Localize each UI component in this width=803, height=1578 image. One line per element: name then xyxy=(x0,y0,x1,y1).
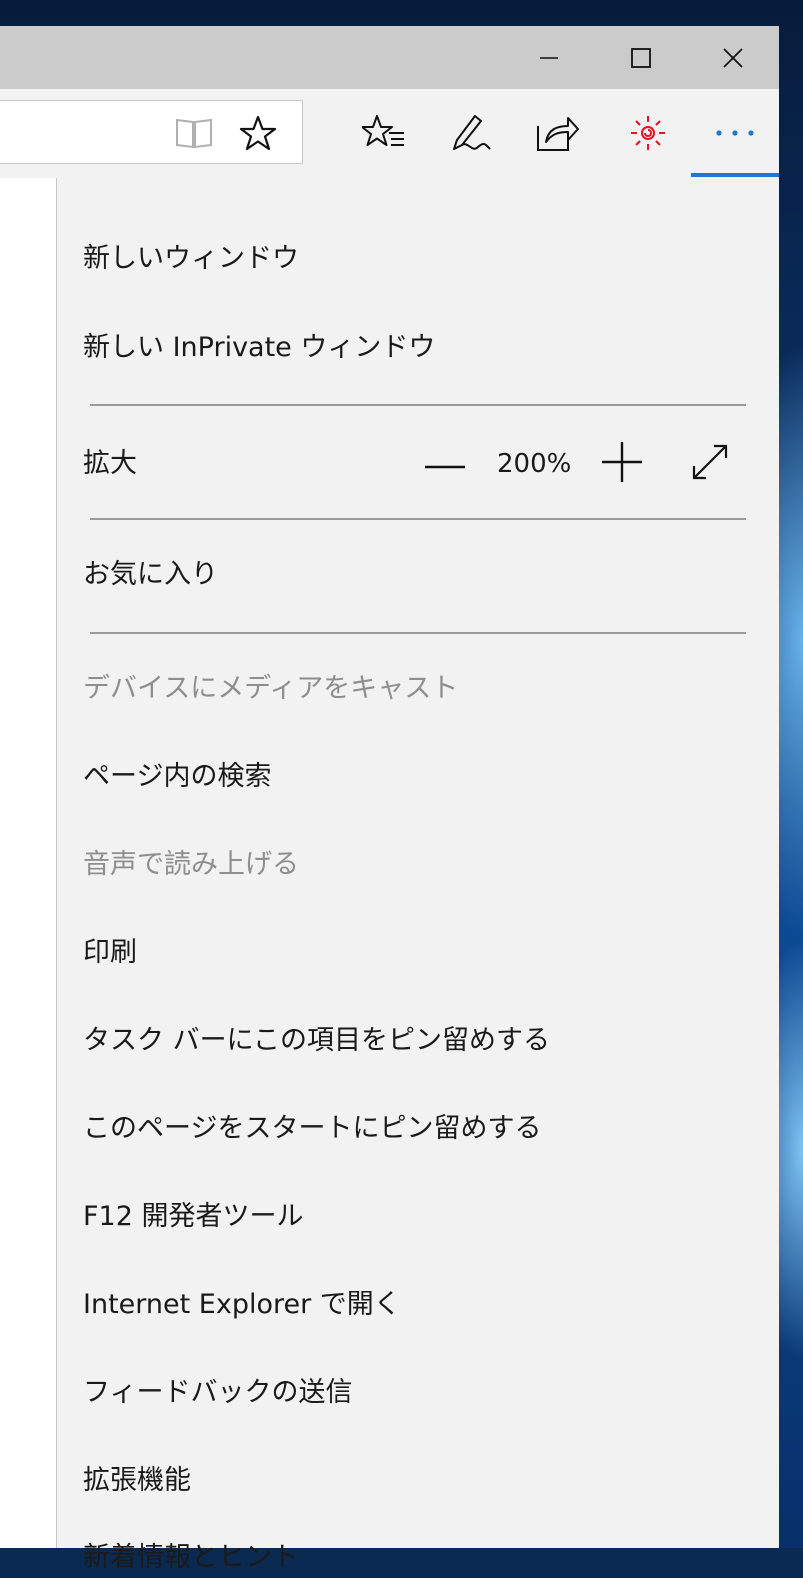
maximize-icon xyxy=(630,47,652,69)
menu-item-pin-start[interactable]: このページをスタートにピン留めする xyxy=(83,1109,541,1149)
menu-divider xyxy=(90,632,746,634)
menu-item-print[interactable]: 印刷 xyxy=(83,933,137,973)
menu-item-read-aloud: 音声で読み上げる xyxy=(83,849,299,880)
menu-item-new-inprivate-window[interactable]: 新しい InPrivate ウィンドウ xyxy=(83,328,435,368)
plus-icon xyxy=(600,440,644,488)
full-screen-button[interactable] xyxy=(685,439,735,489)
browser-toolbar xyxy=(0,89,779,179)
web-note-icon[interactable] xyxy=(446,109,494,157)
menu-item-new-window[interactable]: 新しいウィンドウ xyxy=(83,239,299,279)
zoom-out-button[interactable] xyxy=(421,439,469,489)
more-menu: 新しいウィンドウ 新しい InPrivate ウィンドウ 拡大 200% お気に… xyxy=(56,178,779,1573)
zoom-value: 200% xyxy=(497,449,572,479)
menu-item-extensions[interactable]: 拡張機能 xyxy=(83,1461,191,1501)
favorites-hub-icon[interactable] xyxy=(360,109,408,157)
close-icon xyxy=(722,47,744,69)
page-content[interactable] xyxy=(0,178,56,1548)
full-screen-icon xyxy=(690,442,730,486)
menu-item-favorites[interactable]: お気に入り xyxy=(83,555,218,595)
menu-item-pin-taskbar[interactable]: タスク バーにこの項目をピン留めする xyxy=(83,1021,550,1061)
extension-icon[interactable] xyxy=(624,109,672,157)
maximize-button[interactable] xyxy=(595,26,687,89)
minus-icon xyxy=(423,455,467,474)
zoom-label: 拡大 xyxy=(83,448,137,479)
menu-item-send-feedback[interactable]: フィードバックの送信 xyxy=(83,1373,352,1413)
more-active-indicator xyxy=(691,173,779,177)
menu-item-open-in-ie[interactable]: Internet Explorer で開く xyxy=(83,1285,401,1325)
menu-divider xyxy=(90,404,746,406)
zoom-in-button[interactable] xyxy=(597,439,647,489)
menu-divider xyxy=(90,518,746,520)
menu-item-whats-new[interactable]: 新着情報とヒント xyxy=(83,1538,299,1578)
close-button[interactable] xyxy=(687,26,779,89)
title-bar xyxy=(0,26,779,89)
minimize-icon xyxy=(539,48,559,68)
favorite-star-icon[interactable] xyxy=(238,115,278,151)
menu-item-cast-media: デバイスにメディアをキャスト xyxy=(83,673,459,704)
reading-view-icon[interactable] xyxy=(174,115,214,151)
menu-item-dev-tools[interactable]: F12 開発者ツール xyxy=(83,1197,303,1237)
more-icon[interactable] xyxy=(711,109,759,157)
address-bar[interactable] xyxy=(0,100,303,164)
share-icon[interactable] xyxy=(533,109,581,157)
menu-item-find-on-page[interactable]: ページ内の検索 xyxy=(83,757,271,797)
browser-window: 新しいウィンドウ 新しい InPrivate ウィンドウ 拡大 200% お気に… xyxy=(0,26,779,1573)
minimize-button[interactable] xyxy=(503,26,595,89)
